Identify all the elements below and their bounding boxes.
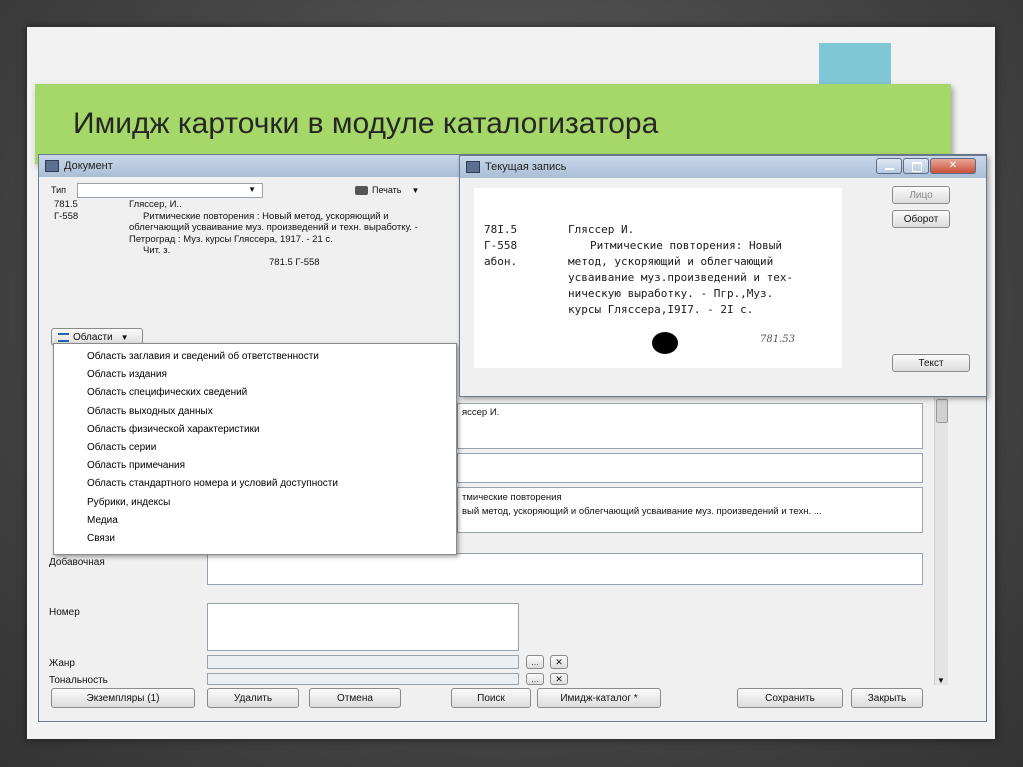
scan-text: Гляссер И. Ритмические повторения: Новый… bbox=[568, 222, 793, 318]
tonality-label: Тональность bbox=[49, 675, 108, 686]
book-icon bbox=[466, 161, 480, 173]
areas-menu-item[interactable]: Область выходных данных bbox=[54, 403, 456, 421]
title-value: тмические повторения bbox=[462, 492, 562, 503]
chevron-down-icon: ▼ bbox=[248, 185, 256, 194]
chevron-down-icon: ▼ bbox=[120, 332, 129, 342]
delete-button[interactable]: Удалить bbox=[207, 688, 299, 708]
close-button[interactable]: Закрыть bbox=[851, 688, 923, 708]
areas-menu-item[interactable]: Область заглавия и сведений об ответстве… bbox=[54, 348, 456, 366]
genre-field[interactable] bbox=[207, 655, 519, 669]
close-icon[interactable]: ✕ bbox=[930, 158, 976, 174]
minimize-icon[interactable] bbox=[876, 158, 902, 174]
areas-menu-item[interactable]: Связи bbox=[54, 530, 456, 548]
printer-icon bbox=[355, 185, 368, 195]
scan-line: Гляссер И. bbox=[568, 223, 635, 236]
card-shelfmark: 781.5 Г-558 bbox=[269, 256, 320, 268]
card-description: Ритмические повторения : Новый метод, ус… bbox=[129, 210, 418, 245]
card-author: Гляссер, И.. bbox=[129, 199, 182, 210]
save-button[interactable]: Сохранить bbox=[737, 688, 843, 708]
book-icon bbox=[45, 160, 59, 172]
cancel-button[interactable]: Отмена bbox=[309, 688, 401, 708]
card-scan-image: 78I.5 Г-558 абон. Гляссер И. Ритмические… bbox=[474, 188, 842, 368]
tonality-pick-button[interactable]: … bbox=[526, 673, 544, 685]
tonality-clear-button[interactable]: ✕ bbox=[550, 673, 568, 685]
areas-button-label: Области bbox=[73, 331, 113, 343]
maximize-icon[interactable] bbox=[903, 158, 929, 174]
reverse-button[interactable]: Оборот bbox=[892, 210, 950, 228]
list-icon bbox=[58, 332, 69, 342]
subtitle-value: вый метод, ускоряющий и облегчающий усва… bbox=[462, 506, 822, 517]
scan-line: курсы Гляссера,I9I7. - 2I с. bbox=[568, 303, 754, 316]
card-reading: Чит. з. bbox=[143, 245, 171, 256]
areas-menu-item[interactable]: Область стандартного номера и условий до… bbox=[54, 475, 456, 493]
slide-title: Имидж карточки в модуле каталогизатора bbox=[73, 107, 659, 140]
areas-menu-item[interactable]: Область серии bbox=[54, 439, 456, 457]
areas-menu-item[interactable]: Область издания bbox=[54, 366, 456, 384]
text-button[interactable]: Текст bbox=[892, 354, 970, 372]
form-scrollbar[interactable]: ▼ bbox=[934, 397, 948, 685]
document-title: Документ bbox=[64, 160, 113, 172]
edition-field[interactable] bbox=[457, 453, 923, 483]
print-label: Печать bbox=[372, 185, 402, 195]
search-button[interactable]: Поиск bbox=[451, 688, 531, 708]
card-class: 781.5 Г-558 bbox=[54, 199, 78, 222]
image-catalog-button[interactable]: Имидж-каталог * bbox=[537, 688, 661, 708]
card-class-line: 781.5 bbox=[54, 199, 78, 210]
areas-menu-item[interactable]: Рубрики, индексы bbox=[54, 494, 456, 512]
additional-field[interactable] bbox=[207, 553, 923, 585]
copies-button[interactable]: Экземпляры (1) bbox=[51, 688, 195, 708]
type-select[interactable]: ▼ bbox=[77, 183, 263, 198]
current-record-title: Текущая запись bbox=[485, 161, 567, 173]
face-button[interactable]: Лицо bbox=[892, 186, 950, 204]
genre-label: Жанр bbox=[49, 658, 75, 669]
author-field[interactable]: яссер И. bbox=[457, 403, 923, 449]
genre-pick-button[interactable]: … bbox=[526, 655, 544, 669]
areas-menu-item[interactable]: Область примечания bbox=[54, 457, 456, 475]
print-menu[interactable]: Печать ▼ bbox=[355, 185, 419, 195]
title-field[interactable]: тмические повторения вый метод, ускоряющ… bbox=[457, 487, 923, 533]
areas-menu: Область заглавия и сведений об ответстве… bbox=[53, 343, 457, 555]
number-field[interactable] bbox=[207, 603, 519, 651]
handwritten-mark: 781.53 bbox=[760, 334, 795, 345]
current-record-window: Текущая запись ✕ 78I.5 Г-558 абон. Глясс… bbox=[459, 155, 987, 397]
areas-menu-item[interactable]: Медиа bbox=[54, 512, 456, 530]
genre-clear-button[interactable]: ✕ bbox=[550, 655, 568, 669]
chevron-down-icon: ▼ bbox=[411, 185, 420, 195]
scan-line: усваивание муз.произведений и тех- bbox=[568, 271, 794, 284]
scan-line: Ритмические повторения: Новый bbox=[590, 239, 783, 252]
areas-menu-item[interactable]: Область специфических сведений bbox=[54, 384, 456, 402]
scan-line: ническую выработку. - Пгр.,Муз. bbox=[568, 287, 774, 300]
author-value: яссер И. bbox=[462, 407, 500, 418]
scan-class-line: 78I.5 bbox=[484, 223, 518, 236]
number-label: Номер bbox=[49, 607, 80, 618]
card-preview: 781.5 Г-558 Гляссер, И.. Ритмические пов… bbox=[49, 199, 454, 314]
scan-class-line: Г-558 bbox=[484, 239, 518, 252]
card-punch-hole bbox=[652, 332, 678, 354]
card-text: Гляссер, И.. Ритмические повторения : Но… bbox=[129, 199, 449, 268]
scroll-down-icon[interactable]: ▼ bbox=[937, 676, 945, 685]
areas-menu-item[interactable]: Область физической характеристики bbox=[54, 421, 456, 439]
scan-class-line: абон. bbox=[484, 255, 518, 268]
tonality-field[interactable] bbox=[207, 673, 519, 685]
additional-label: Добавочная bbox=[49, 557, 105, 568]
card-class-line: Г-558 bbox=[54, 210, 79, 222]
scan-class: 78I.5 Г-558 абон. bbox=[484, 222, 517, 270]
type-label: Тип bbox=[51, 185, 67, 195]
scrollbar-thumb[interactable] bbox=[936, 399, 948, 423]
scan-line: метод, ускоряющий и облегчающий bbox=[568, 255, 774, 268]
title-band: Имидж карточки в модуле каталогизатора bbox=[35, 84, 951, 164]
